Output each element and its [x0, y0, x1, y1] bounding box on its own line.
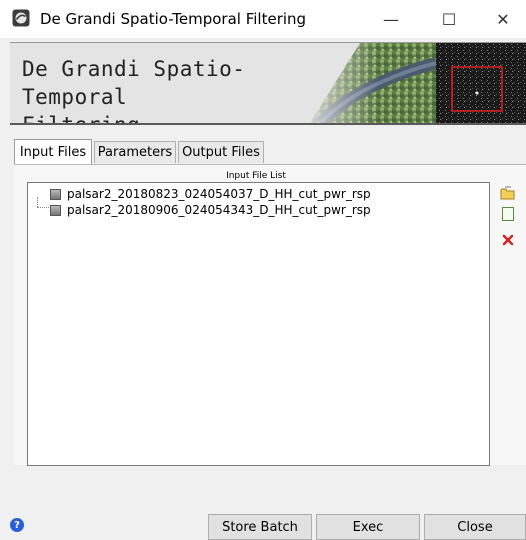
header-banner: De Grandi Spatio-Temporal Filtering [10, 42, 526, 125]
banner-title-line2: Filtering [22, 113, 141, 125]
title-bar[interactable]: De Grandi Spatio-Temporal Filtering — ☐ … [0, 0, 526, 38]
file-new-icon [502, 207, 514, 221]
file-name: palsar2_20180823_024054037_D_HH_cut_pwr_… [67, 187, 371, 201]
banner-sar-image [300, 43, 526, 123]
folder-open-icon [500, 186, 515, 200]
app-logo-icon [12, 9, 30, 27]
remove-x-icon [502, 234, 514, 246]
tab-input-files[interactable]: Input Files [14, 139, 92, 164]
help-icon[interactable]: ? [10, 518, 24, 532]
maximize-button[interactable]: ☐ [426, 0, 472, 38]
window-title: De Grandi Spatio-Temporal Filtering [40, 10, 307, 28]
raster-file-icon [50, 188, 61, 200]
close-window-button[interactable]: ✕ [480, 0, 526, 38]
file-name: palsar2_20180906_024054343_D_HH_cut_pwr_… [67, 203, 371, 217]
list-item[interactable]: palsar2_20180906_024054343_D_HH_cut_pwr_… [50, 202, 371, 218]
add-file-button[interactable] [499, 205, 517, 223]
tab-output-files[interactable]: Output Files [178, 141, 264, 163]
list-item[interactable]: palsar2_20180823_024054037_D_HH_cut_pwr_… [50, 186, 371, 202]
open-file-button[interactable] [499, 184, 517, 202]
app-window: De Grandi Spatio-Temporal Filtering — ☐ … [0, 0, 526, 540]
banner-title-line1: De Grandi Spatio-Temporal [22, 57, 246, 109]
tree-connector [37, 207, 51, 208]
input-file-list-label: Input File List [226, 171, 286, 181]
close-button[interactable]: Close [424, 514, 526, 540]
exec-button[interactable]: Exec [316, 514, 420, 540]
raster-file-icon [50, 204, 61, 216]
store-batch-button[interactable]: Store Batch [208, 514, 312, 540]
minimize-button[interactable]: — [368, 0, 414, 38]
remove-file-button[interactable] [499, 231, 517, 249]
tree-connector [37, 197, 38, 207]
tab-parameters[interactable]: Parameters [94, 141, 176, 163]
input-file-list[interactable] [27, 182, 490, 466]
banner-title: De Grandi Spatio-Temporal Filtering [22, 55, 322, 125]
